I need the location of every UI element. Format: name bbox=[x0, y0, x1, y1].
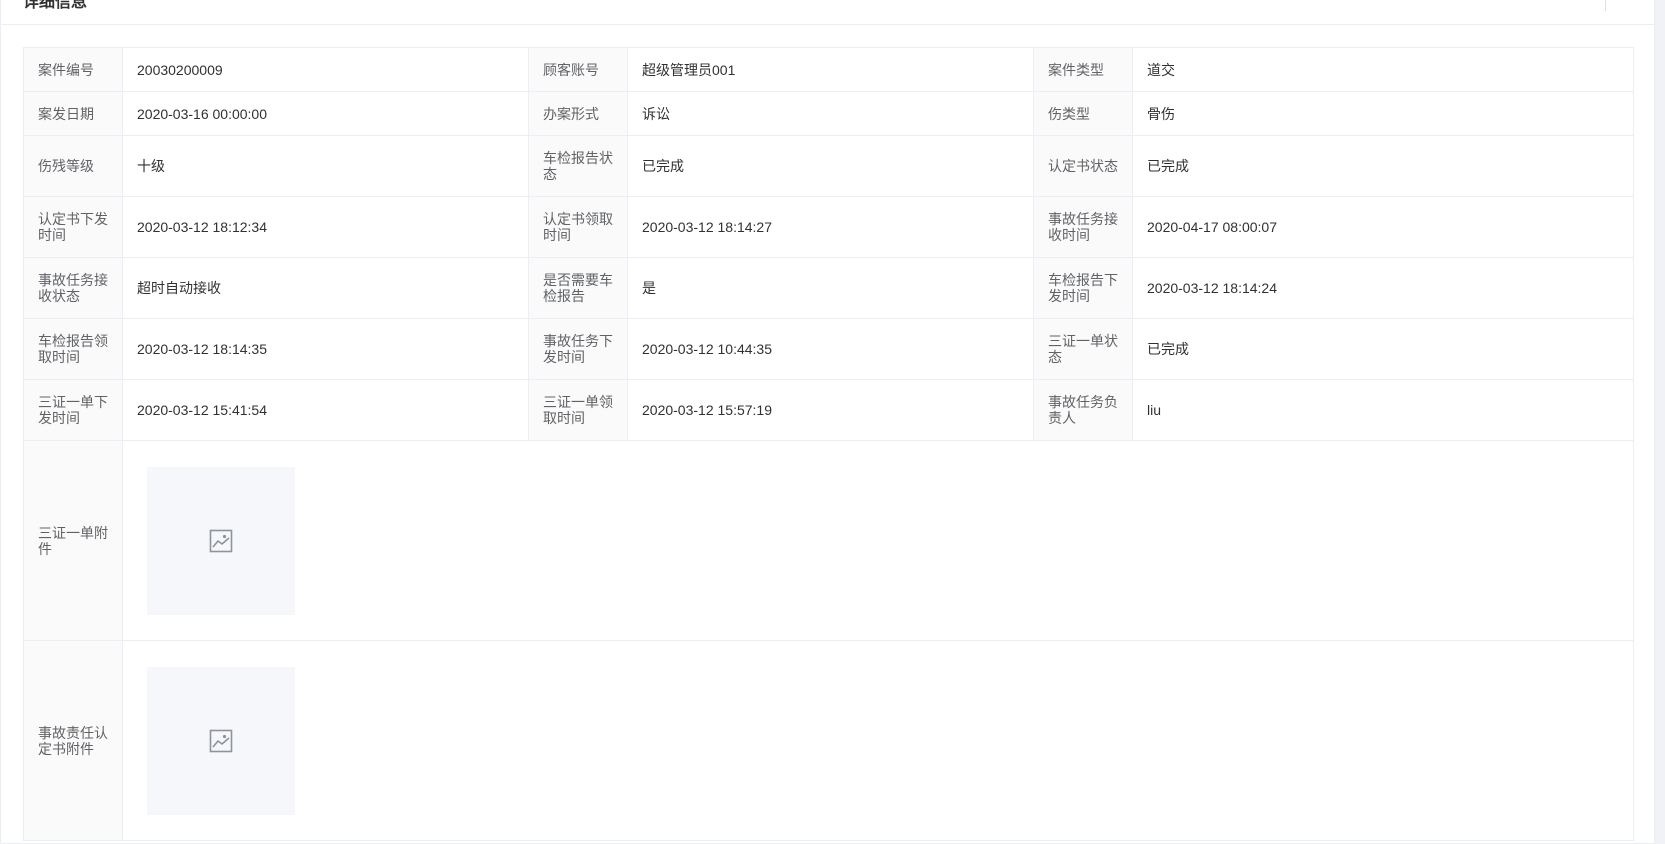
field-label: 认定书下发时间 bbox=[23, 196, 123, 258]
field-label: 三证一单状态 bbox=[1033, 318, 1133, 380]
field-label: 案发日期 bbox=[23, 91, 123, 136]
field-label: 车检报告状态 bbox=[528, 135, 628, 197]
field-value: 是 bbox=[627, 257, 1034, 319]
field-value: 超时自动接收 bbox=[122, 257, 529, 319]
field-value: 2020-04-17 08:00:07 bbox=[1132, 196, 1634, 258]
card-title: 详细信息 bbox=[23, 0, 88, 11]
image-placeholder-icon bbox=[209, 529, 233, 552]
field-value: 2020-03-12 15:41:54 bbox=[122, 379, 529, 441]
field-label: 事故任务接收状态 bbox=[23, 257, 123, 319]
field-label: 伤残等级 bbox=[23, 135, 123, 197]
field-value: 已完成 bbox=[1132, 135, 1634, 197]
detail-table: 案件编号 20030200009 顾客账号 超级管理员001 案件类型 道交 案… bbox=[23, 47, 1634, 841]
field-value: 2020-03-12 18:12:34 bbox=[122, 196, 529, 258]
attachment-thumbnail[interactable] bbox=[147, 466, 295, 615]
chevron-up-icon[interactable]: ⌃ bbox=[1605, 0, 1634, 11]
field-label: 顾客账号 bbox=[528, 47, 628, 92]
field-label: 车检报告领取时间 bbox=[23, 318, 123, 380]
detail-card: 详细信息 ⌃ 案件编号 20030200009 顾客账号 超级管理员001 案件… bbox=[0, 0, 1655, 844]
field-label: 是否需要车检报告 bbox=[528, 257, 628, 319]
field-label: 案件编号 bbox=[23, 47, 123, 92]
table-row: 案发日期 2020-03-16 00:00:00 办案形式 诉讼 伤类型 骨伤 bbox=[23, 91, 1634, 136]
field-value: 2020-03-12 18:14:24 bbox=[1132, 257, 1634, 319]
field-value: liu bbox=[1132, 379, 1634, 441]
field-label: 三证一单下发时间 bbox=[23, 379, 123, 441]
field-value: 20030200009 bbox=[122, 47, 529, 92]
table-row: 车检报告领取时间 2020-03-12 18:14:35 事故任务下发时间 20… bbox=[23, 318, 1634, 380]
table-row: 事故任务接收状态 超时自动接收 是否需要车检报告 是 车检报告下发时间 2020… bbox=[23, 257, 1634, 319]
field-label: 车检报告下发时间 bbox=[1033, 257, 1133, 319]
field-label: 案件类型 bbox=[1033, 47, 1133, 92]
field-label: 伤类型 bbox=[1033, 91, 1133, 136]
field-label: 三证一单附件 bbox=[23, 440, 123, 641]
table-row: 三证一单下发时间 2020-03-12 15:41:54 三证一单领取时间 20… bbox=[23, 379, 1634, 441]
field-label: 认定书状态 bbox=[1033, 135, 1133, 197]
card-header: 详细信息 ⌃ bbox=[1, 0, 1654, 25]
attachment-row: 三证一单附件 bbox=[23, 440, 1634, 641]
field-label: 办案形式 bbox=[528, 91, 628, 136]
field-label: 事故任务负责人 bbox=[1033, 379, 1133, 441]
field-value: 十级 bbox=[122, 135, 529, 197]
field-value: 2020-03-12 10:44:35 bbox=[627, 318, 1034, 380]
field-label: 事故责任认定书附件 bbox=[23, 640, 123, 841]
image-placeholder-icon bbox=[209, 729, 233, 752]
field-value: 已完成 bbox=[1132, 318, 1634, 380]
field-value: 道交 bbox=[1132, 47, 1634, 92]
field-value: 诉讼 bbox=[627, 91, 1034, 136]
attachment-cell bbox=[122, 640, 1634, 841]
field-value: 2020-03-12 18:14:35 bbox=[122, 318, 529, 380]
field-value: 超级管理员001 bbox=[627, 47, 1034, 92]
attachment-thumbnail[interactable] bbox=[147, 666, 295, 815]
table-row: 伤残等级 十级 车检报告状态 已完成 认定书状态 已完成 bbox=[23, 135, 1634, 197]
field-label: 三证一单领取时间 bbox=[528, 379, 628, 441]
field-label: 事故任务下发时间 bbox=[528, 318, 628, 380]
field-label: 事故任务接收时间 bbox=[1033, 196, 1133, 258]
attachment-row: 事故责任认定书附件 bbox=[23, 640, 1634, 841]
field-value: 2020-03-16 00:00:00 bbox=[122, 91, 529, 136]
attachment-cell bbox=[122, 440, 1634, 641]
field-value: 2020-03-12 15:57:19 bbox=[627, 379, 1034, 441]
table-row: 案件编号 20030200009 顾客账号 超级管理员001 案件类型 道交 bbox=[23, 47, 1634, 92]
table-row: 认定书下发时间 2020-03-12 18:12:34 认定书领取时间 2020… bbox=[23, 196, 1634, 258]
field-value: 骨伤 bbox=[1132, 91, 1634, 136]
field-value: 2020-03-12 18:14:27 bbox=[627, 196, 1034, 258]
field-label: 认定书领取时间 bbox=[528, 196, 628, 258]
field-value: 已完成 bbox=[627, 135, 1034, 197]
